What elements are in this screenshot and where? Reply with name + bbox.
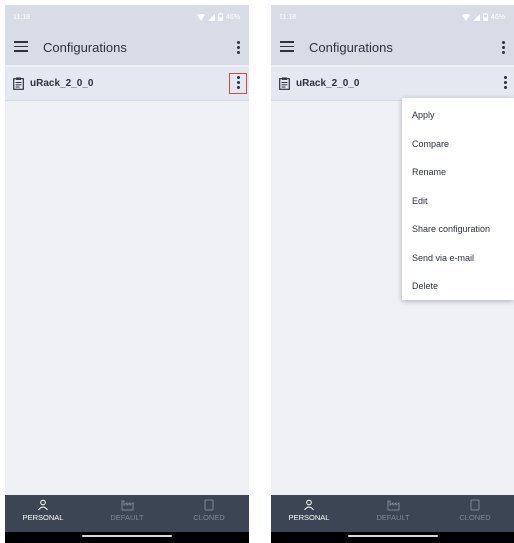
status-time: 11:18 <box>13 14 30 21</box>
signal-icon <box>472 13 480 21</box>
nav-personal-label: PERSONAL <box>288 513 330 522</box>
configuration-list-item[interactable]: uRack_2_0_0 <box>5 67 249 101</box>
nav-default-label: DEFAULT <box>110 513 144 522</box>
configuration-name: uRack_2_0_0 <box>296 78 360 89</box>
status-bar: 11:18 46% <box>271 5 514 30</box>
signal-icon <box>207 13 215 21</box>
status-bar: 11:18 46% <box>5 5 249 30</box>
status-time: 11:18 <box>279 14 296 21</box>
configuration-name: uRack_2_0_0 <box>30 78 94 89</box>
person-icon <box>304 499 314 511</box>
battery-icon <box>218 13 223 21</box>
nav-cloned[interactable]: CLONED <box>440 499 510 522</box>
app-bar: Configurations <box>5 30 249 65</box>
battery-icon <box>483 13 488 21</box>
configuration-list-empty-area <box>5 102 249 495</box>
nav-default[interactable]: DEFAULT <box>358 499 428 522</box>
home-indicator[interactable] <box>347 535 438 537</box>
nav-personal[interactable]: PERSONAL <box>8 499 78 522</box>
page-title: Configurations <box>43 40 127 55</box>
menu-item-compare[interactable]: Compare <box>402 130 514 159</box>
item-more-options-icon[interactable] <box>496 73 514 94</box>
clipboard-icon <box>13 77 24 90</box>
battery-percent: 46% <box>225 13 240 21</box>
app-bar: Configurations <box>271 30 514 65</box>
screen-right: 11:18 46% Configurations uRack_2_0_0 App… <box>271 5 514 543</box>
gesture-bar <box>271 532 514 543</box>
copy-icon <box>204 499 214 511</box>
menu-item-delete[interactable]: Delete <box>402 272 514 301</box>
nav-cloned-label: CLONED <box>193 513 225 522</box>
home-indicator[interactable] <box>82 535 172 537</box>
factory-icon <box>387 500 399 511</box>
page-title: Configurations <box>309 40 393 55</box>
context-menu: Apply Compare Rename Edit Share configur… <box>402 98 514 300</box>
hamburger-menu-icon[interactable] <box>14 41 28 53</box>
factory-icon <box>121 500 133 511</box>
wifi-icon <box>461 13 470 21</box>
menu-item-apply[interactable]: Apply <box>402 101 514 130</box>
hamburger-menu-icon[interactable] <box>280 41 294 53</box>
bottom-navigation: PERSONAL DEFAULT CLONED <box>271 495 514 532</box>
configuration-list-item[interactable]: uRack_2_0_0 <box>271 67 514 101</box>
nav-cloned-label: CLONED <box>459 513 491 522</box>
nav-default-label: DEFAULT <box>376 513 410 522</box>
nav-personal[interactable]: PERSONAL <box>274 499 344 522</box>
system-icons: 46% <box>461 13 505 21</box>
wifi-icon <box>196 13 205 21</box>
overflow-menu-icon[interactable] <box>501 41 505 54</box>
system-icons: 46% <box>196 13 240 21</box>
screen-left: 11:18 46% Configurations uRack_2_0_0 PER <box>5 5 249 543</box>
item-more-options-icon[interactable] <box>229 73 247 94</box>
bottom-navigation: PERSONAL DEFAULT CLONED <box>5 495 249 532</box>
person-icon <box>38 499 48 511</box>
menu-item-send-via-email[interactable]: Send via e-mail <box>402 244 514 273</box>
menu-item-rename[interactable]: Rename <box>402 158 514 187</box>
nav-cloned[interactable]: CLONED <box>174 499 244 522</box>
overflow-menu-icon[interactable] <box>236 41 240 54</box>
battery-percent: 46% <box>490 13 505 21</box>
nav-default[interactable]: DEFAULT <box>92 499 162 522</box>
menu-item-share-configuration[interactable]: Share configuration <box>402 215 514 244</box>
copy-icon <box>470 499 480 511</box>
gesture-bar <box>5 532 249 543</box>
nav-personal-label: PERSONAL <box>22 513 64 522</box>
clipboard-icon <box>279 77 290 90</box>
menu-item-edit[interactable]: Edit <box>402 187 514 216</box>
